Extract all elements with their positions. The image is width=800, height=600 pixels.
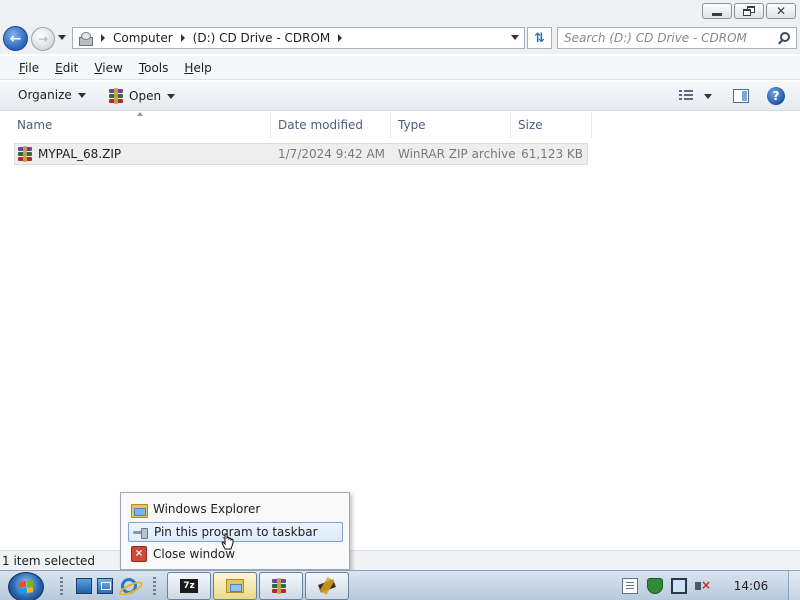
jump-list-pin-to-taskbar[interactable]: Pin this program to taskbar (128, 522, 343, 542)
folder-icon (131, 501, 148, 518)
column-header-type[interactable]: Type (392, 112, 511, 138)
taskbar-jump-list: Windows Explorer Pin this program to tas… (120, 492, 350, 570)
taskbar-winrar-button[interactable] (259, 572, 303, 600)
command-bar: Organize Open ? (0, 81, 800, 111)
view-options-dropdown-icon[interactable] (704, 94, 712, 99)
menu-edit[interactable]: Edit (47, 59, 86, 77)
jump-list-windows-explorer-label: Windows Explorer (153, 502, 261, 516)
help-icon[interactable]: ? (767, 87, 785, 105)
zip-archive-icon (17, 146, 33, 162)
file-row-selected[interactable]: MYPAL_68.ZIP 1/7/2024 9:42 AM WinRAR ZIP… (14, 143, 588, 165)
cd-drive-icon (77, 31, 93, 46)
help-glyph: ? (772, 89, 780, 103)
switch-windows-icon[interactable] (97, 578, 113, 594)
menu-help[interactable]: Help (176, 59, 219, 77)
show-desktop-button[interactable] (788, 571, 800, 600)
search-input[interactable] (564, 28, 774, 48)
chevron-down-icon (167, 93, 176, 99)
refresh-icon: ⇅ (534, 30, 545, 46)
mouse-cursor-icon (221, 533, 234, 550)
show-desktop-quicklaunch-icon[interactable] (76, 578, 92, 594)
refresh-button[interactable]: ⇅ (527, 27, 552, 49)
restore-button[interactable] (734, 3, 764, 19)
menu-edit-hotkey: E (55, 60, 63, 75)
column-header-name[interactable]: Name (11, 112, 271, 138)
jump-list-windows-explorer[interactable]: Windows Explorer (128, 499, 343, 519)
back-button[interactable]: ← (3, 26, 28, 51)
file-type: WinRAR ZIP archive (398, 147, 516, 161)
jump-list-close-window[interactable]: × Close window (128, 544, 343, 564)
action-center-shield-icon[interactable] (647, 578, 663, 594)
folder-icon (226, 579, 244, 593)
internet-explorer-icon[interactable] (121, 578, 137, 594)
status-text: 1 item selected (2, 553, 96, 568)
open-button[interactable]: Open (108, 88, 176, 104)
breadcrumb-separator-icon[interactable] (180, 34, 185, 42)
taskbar-application-button[interactable] (305, 572, 349, 600)
column-header-date-modified[interactable]: Date modified (272, 112, 391, 138)
notes-tray-icon[interactable] (622, 578, 638, 594)
toolbar-grip[interactable] (60, 577, 63, 595)
open-label: Open (129, 89, 162, 103)
close-window-icon: × (131, 546, 147, 562)
menu-bar: File Edit View Tools Help (0, 56, 800, 80)
close-icon: ✕ (775, 4, 787, 18)
restore-icon (743, 6, 755, 16)
menu-tools[interactable]: Tools (131, 59, 177, 77)
organize-label: Organize (18, 88, 72, 102)
jump-list-pin-label: Pin this program to taskbar (154, 525, 318, 539)
taskbar-windows-explorer-button[interactable] (213, 572, 257, 600)
menu-view[interactable]: View (86, 59, 130, 77)
chevron-down-icon (77, 92, 86, 98)
breadcrumb-cd-drive[interactable]: (D:) CD Drive - CDROM (193, 31, 331, 45)
system-clock[interactable]: 14:06 (724, 571, 778, 600)
pin-icon (132, 524, 148, 540)
preview-pane-icon[interactable] (733, 89, 749, 103)
file-size: 61,123 KB (521, 147, 583, 161)
column-headers: Name Date modified Type Size (0, 112, 800, 138)
back-arrow-icon: ← (9, 30, 22, 47)
search-box[interactable] (557, 27, 797, 49)
taskbar-7zip-button[interactable]: 7z (167, 572, 211, 600)
change-view-icon[interactable] (679, 90, 693, 102)
menu-view-label: iew (102, 60, 123, 75)
minimize-button[interactable] (702, 3, 732, 19)
breadcrumb-separator-icon[interactable] (338, 34, 343, 42)
winrar-icon (271, 578, 287, 594)
close-button[interactable]: ✕ (766, 3, 796, 19)
address-bar[interactable]: Computer (D:) CD Drive - CDROM (72, 27, 525, 49)
taskbar: 7z 14:06 (0, 570, 800, 600)
navigation-bar: ← → Computer (D:) CD Drive - CDROM ⇅ (0, 24, 800, 54)
file-name: MYPAL_68.ZIP (38, 147, 122, 161)
search-icon[interactable] (780, 32, 790, 42)
recent-pages-dropdown[interactable] (58, 35, 66, 40)
column-header-size[interactable]: Size (512, 112, 592, 138)
menu-file-label: ile (25, 60, 40, 75)
application-icon (317, 578, 337, 594)
minimize-icon (712, 12, 722, 16)
clock-time: 14:06 (733, 579, 769, 593)
forward-button[interactable]: → (31, 27, 55, 51)
winrar-icon (108, 88, 124, 104)
organize-button[interactable]: Organize (18, 88, 86, 102)
volume-muted-icon[interactable] (694, 578, 711, 594)
title-bar: ✕ (0, 0, 800, 24)
breadcrumb-separator-icon[interactable] (101, 34, 105, 42)
forward-arrow-icon: → (37, 32, 49, 46)
menu-file[interactable]: File (11, 59, 47, 77)
address-history-dropdown-icon[interactable] (511, 35, 519, 40)
file-name-cell: MYPAL_68.ZIP (17, 144, 121, 164)
network-icon[interactable] (671, 578, 687, 594)
file-date-modified: 1/7/2024 9:42 AM (278, 147, 386, 161)
breadcrumb-computer[interactable]: Computer (113, 31, 173, 45)
windows-logo-icon (19, 580, 33, 594)
menu-tools-label: ools (144, 60, 169, 75)
toolbar-grip[interactable] (153, 577, 156, 595)
menu-edit-label: dit (62, 60, 79, 75)
7zip-icon: 7z (180, 579, 198, 593)
menu-help-label: elp (193, 60, 212, 75)
start-button[interactable] (8, 572, 44, 600)
